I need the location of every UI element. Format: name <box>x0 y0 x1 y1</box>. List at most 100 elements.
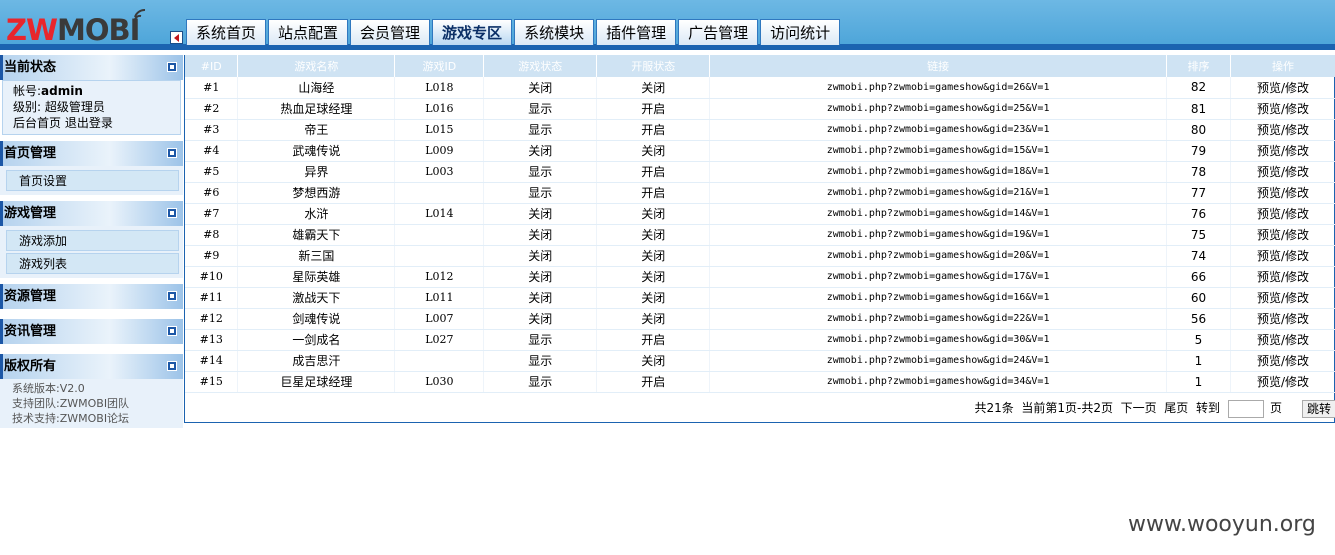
game-id: L018 <box>394 77 485 99</box>
table-row: #7 水浒 L014 关闭 关闭 zwmobi.php?zwmobi=gameshow&g… <box>185 203 1335 225</box>
action-link[interactable]: 预览/修改 <box>1230 287 1335 309</box>
page-info: 当前第1页-共2页 <box>1021 401 1113 415</box>
toggle-icon[interactable] <box>167 291 177 301</box>
game-id <box>394 224 485 246</box>
game-id: L015 <box>394 119 485 141</box>
action-link[interactable]: 预览/修改 <box>1230 203 1335 225</box>
game-name: 雄霸天下 <box>237 224 396 246</box>
sidebar-section-status[interactable]: 当前状态 <box>0 55 183 80</box>
jump-button[interactable]: 跳转 <box>1301 399 1335 418</box>
status-panel: 帐号:admin 级别: 超级管理员 后台首页 退出登录 <box>2 80 181 135</box>
action-link[interactable]: 预览/修改 <box>1230 266 1335 288</box>
last-page-link[interactable]: 尾页 <box>1164 401 1188 415</box>
sidebar-item-game-add[interactable]: 游戏添加 <box>6 230 179 251</box>
game-name: 热血足球经理 <box>237 98 396 120</box>
nav-tab[interactable]: 系统首页 <box>186 19 267 45</box>
game-status: 关闭 <box>483 224 598 246</box>
nav-tab[interactable]: 插件管理 <box>596 19 677 45</box>
game-link: zwmobi.php?zwmobi=gameshow&gid=19&V=1 <box>709 224 1168 246</box>
server-status: 关闭 <box>596 224 711 246</box>
game-link: zwmobi.php?zwmobi=gameshow&gid=30&V=1 <box>709 329 1168 351</box>
action-link[interactable]: 预览/修改 <box>1230 98 1335 120</box>
page-number-input[interactable] <box>1227 399 1264 418</box>
action-link[interactable]: 预览/修改 <box>1230 119 1335 141</box>
nav-tab[interactable]: 站点配置 <box>268 19 349 45</box>
nav-tab[interactable]: 系统模块 <box>514 19 595 45</box>
sidebar-section-home-mgmt[interactable]: 首页管理 <box>0 141 183 166</box>
sidebar-item-game-list[interactable]: 游戏列表 <box>6 253 179 274</box>
row-id: #4 <box>185 140 239 162</box>
table-body: #1 山海经 L018 关闭 关闭 zwmobi.php?zwmobi=gameshow&… <box>185 77 1335 393</box>
game-link: zwmobi.php?zwmobi=gameshow&gid=22&V=1 <box>709 308 1168 330</box>
sort-order: 5 <box>1166 329 1231 351</box>
server-status: 开启 <box>596 329 711 351</box>
column-header: 游戏ID <box>394 55 485 77</box>
game-status: 关闭 <box>483 203 598 225</box>
game-id: L007 <box>394 308 485 330</box>
goto-label: 转到 <box>1195 401 1220 415</box>
sort-order: 78 <box>1166 161 1231 183</box>
action-link[interactable]: 预览/修改 <box>1230 308 1335 330</box>
game-name: 山海经 <box>237 77 396 99</box>
copyright-info: 系统版本:V2.0 支持团队:ZWMOBI团队 技术支持:ZWMOBI论坛 <box>0 379 183 428</box>
action-link[interactable]: 预览/修改 <box>1230 161 1335 183</box>
action-link[interactable]: 预览/修改 <box>1230 77 1335 99</box>
game-name: 星际英雄 <box>237 266 396 288</box>
table-header: #ID 游戏名称 游戏ID 游戏状态 开服状态 链接 排序 操作 <box>185 55 1335 77</box>
game-name: 梦想西游 <box>237 182 396 204</box>
row-id: #3 <box>185 119 239 141</box>
game-status: 关闭 <box>483 77 598 99</box>
table-row: #8 雄霸天下 关闭 关闭 zwmobi.php?zwmobi=gameshow&gid… <box>185 224 1335 246</box>
game-status: 关闭 <box>483 140 598 162</box>
game-name: 巨星足球经理 <box>237 371 396 393</box>
account-line: 帐号:admin <box>13 84 83 98</box>
game-link: zwmobi.php?zwmobi=gameshow&gid=24&V=1 <box>709 350 1168 372</box>
table-row: #2 热血足球经理 L016 显示 开启 zwmobi.php?zwmobi=gamesh… <box>185 98 1335 120</box>
server-status: 关闭 <box>596 245 711 267</box>
action-link[interactable]: 预览/修改 <box>1230 329 1335 351</box>
sidebar-section-game-mgmt[interactable]: 游戏管理 <box>0 201 183 226</box>
action-link[interactable]: 预览/修改 <box>1230 371 1335 393</box>
game-link: zwmobi.php?zwmobi=gameshow&gid=21&V=1 <box>709 182 1168 204</box>
toggle-icon[interactable] <box>167 361 177 371</box>
home-link[interactable]: 后台首页 <box>13 116 61 130</box>
game-status: 显示 <box>483 350 598 372</box>
level-value: 超级管理员 <box>44 100 105 114</box>
sidebar-section-news-mgmt[interactable]: 资讯管理 <box>0 319 183 344</box>
sidebar-item-home-settings[interactable]: 首页设置 <box>6 170 179 191</box>
server-status: 开启 <box>596 98 711 120</box>
action-link[interactable]: 预览/修改 <box>1230 224 1335 246</box>
sort-order: 79 <box>1166 140 1231 162</box>
toggle-icon[interactable] <box>167 148 177 158</box>
action-link[interactable]: 预览/修改 <box>1230 140 1335 162</box>
column-header: 操作 <box>1230 55 1335 77</box>
row-id: #2 <box>185 98 239 120</box>
signal-wave-icon <box>133 9 146 23</box>
sort-order: 66 <box>1166 266 1231 288</box>
support-line: 技术支持:ZWMOBI论坛 <box>12 412 130 425</box>
toggle-icon[interactable] <box>167 62 177 72</box>
nav-tab[interactable]: 广告管理 <box>678 19 759 45</box>
next-page-link[interactable]: 下一页 <box>1121 401 1157 415</box>
action-link[interactable]: 预览/修改 <box>1230 350 1335 372</box>
action-link[interactable]: 预览/修改 <box>1230 245 1335 267</box>
nav-tab[interactable]: 游戏专区 <box>432 19 513 45</box>
collapse-sidebar-icon[interactable] <box>170 31 183 44</box>
toggle-icon[interactable] <box>167 208 177 218</box>
game-id <box>394 350 485 372</box>
toggle-icon[interactable] <box>167 326 177 336</box>
action-link[interactable]: 预览/修改 <box>1230 182 1335 204</box>
pagination: 共21条 当前第1页-共2页 下一页 尾页 转到 页 跳转 <box>185 397 1335 419</box>
sidebar-section-copyright[interactable]: 版权所有 <box>0 354 183 379</box>
nav-tab[interactable]: 会员管理 <box>350 19 431 45</box>
game-status: 关闭 <box>483 245 598 267</box>
server-status: 关闭 <box>596 287 711 309</box>
nav-tab[interactable]: 访问统计 <box>760 19 841 45</box>
top-nav-tabs: 系统首页 站点配置 会员管理 游戏专区 系统模块 插件管理 广告管理 访问统计 <box>186 19 842 45</box>
server-status: 开启 <box>596 161 711 183</box>
logout-link[interactable]: 退出登录 <box>65 116 113 130</box>
game-status: 显示 <box>483 98 598 120</box>
sidebar-section-resource-mgmt[interactable]: 资源管理 <box>0 284 183 309</box>
column-header: #ID <box>185 55 239 77</box>
account-value: admin <box>41 84 83 98</box>
